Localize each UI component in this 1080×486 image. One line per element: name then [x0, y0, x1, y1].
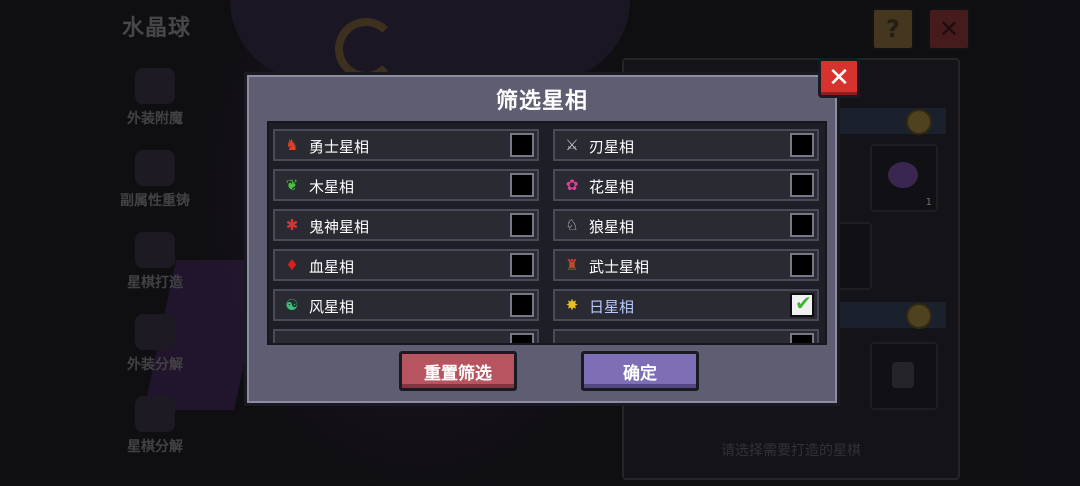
filter-list[interactable]: ♞ 勇士星相 ❦ 木星相 ✱ 鬼神星相 ♦ 血星相 ☯ 风星相 ⚔ 刃星相 ✿ 花星相 ♘ 狼星相 ♜ 武士星相 ✸… — [267, 121, 827, 345]
filter-checkbox[interactable] — [510, 293, 534, 317]
filter-checkbox[interactable] — [510, 133, 534, 157]
close-dialog-button[interactable]: ✕ — [818, 58, 860, 98]
dialog-title: 筛选星相 — [495, 89, 588, 114]
filter-item[interactable]: ♦ 血星相 — [273, 249, 539, 281]
filter-item[interactable] — [273, 329, 539, 343]
filter-checkbox[interactable] — [510, 253, 534, 277]
filter-item[interactable]: ☯ 风星相 — [273, 289, 539, 321]
filter-checkbox[interactable] — [510, 213, 534, 237]
checkmark-icon: ✔ — [795, 291, 812, 315]
blood-drop-icon: ♦ — [285, 255, 299, 274]
warrior-emblem-icon: ♞ — [285, 135, 299, 154]
filter-checkbox[interactable] — [790, 333, 814, 343]
confirm-button[interactable]: 确定 — [581, 351, 699, 391]
samurai-icon: ♜ — [565, 255, 579, 274]
filter-checkbox[interactable] — [510, 173, 534, 197]
blade-icon: ⚔ — [565, 135, 579, 154]
filter-item-label: 风星相 — [309, 298, 355, 316]
filter-checkbox[interactable] — [790, 213, 814, 237]
filter-item-label: 武士星相 — [589, 258, 650, 276]
filter-item[interactable]: ❦ 木星相 — [273, 169, 539, 201]
wolf-icon: ♘ — [565, 215, 579, 234]
filter-checkbox[interactable] — [510, 333, 534, 343]
filter-item-label: 花星相 — [589, 178, 635, 196]
filter-item-label: 日星相 — [589, 298, 635, 316]
flower-icon: ✿ — [565, 175, 579, 194]
filter-item[interactable]: ✸ 日星相 ✔ — [553, 289, 819, 321]
filter-item[interactable] — [553, 329, 819, 343]
wind-swirl-icon: ☯ — [285, 295, 299, 314]
leaf-icon: ❦ — [285, 175, 299, 194]
filter-item-label: 勇士星相 — [309, 138, 370, 156]
filter-item-label: 刃星相 — [589, 138, 635, 156]
filter-dialog: 筛选星相 ♞ 勇士星相 ❦ 木星相 ✱ 鬼神星相 ♦ 血星相 ☯ 风星相 ⚔ 刃星相 ✿ 花星相 ♘ 狼星相 ♜… — [244, 72, 840, 406]
filter-checkbox[interactable] — [790, 133, 814, 157]
filter-checkbox[interactable]: ✔ — [790, 291, 814, 317]
filter-item-label: 木星相 — [309, 178, 355, 196]
reset-filter-button[interactable]: 重置筛选 — [399, 351, 517, 391]
filter-item[interactable]: ✱ 鬼神星相 — [273, 209, 539, 241]
filter-item[interactable]: ♞ 勇士星相 — [273, 129, 539, 161]
filter-item[interactable]: ♘ 狼星相 — [553, 209, 819, 241]
filter-item[interactable]: ✿ 花星相 — [553, 169, 819, 201]
sun-icon: ✸ — [565, 295, 579, 314]
filter-checkbox[interactable] — [790, 253, 814, 277]
filter-item-label: 鬼神星相 — [309, 218, 370, 236]
filter-item[interactable]: ⚔ 刃星相 — [553, 129, 819, 161]
demon-crab-icon: ✱ — [285, 215, 299, 234]
filter-item-label: 狼星相 — [589, 218, 635, 236]
filter-item[interactable]: ♜ 武士星相 — [553, 249, 819, 281]
filter-checkbox[interactable] — [790, 173, 814, 197]
filter-item-label: 血星相 — [309, 258, 355, 276]
